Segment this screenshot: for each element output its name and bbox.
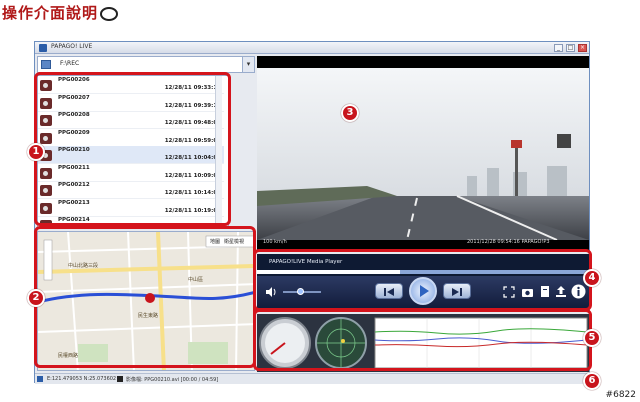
page-title: 操作介面說明 [2,2,132,22]
callout-frame-2 [34,226,256,368]
minimize-button[interactable]: _ [554,44,563,52]
close-button[interactable]: × [578,44,587,52]
callout-badge-1: 1 [27,143,45,161]
speed-overlay: 100 km/h [263,239,287,245]
callout-badge-5: 5 [583,329,601,347]
folder-select[interactable]: F:\REC ▾ [37,56,255,73]
logo-icon [100,6,119,21]
watermark: #6822 [605,390,636,400]
file-info: 影像檔: PPG00210.avi [00:00 / 04:59] [126,377,219,383]
callout-badge-2: 2 [27,289,45,307]
callout-badge-6: 6 [583,372,601,390]
callout-frame-1 [34,72,231,226]
window-title: PAPAGO! LIVE [51,43,93,50]
timestamp-overlay: 2011/12/28 09:54:16 PAPAGO!P3 [467,239,550,245]
page-title-text: 操作介面說明 [2,4,99,22]
gps-coordinates: E:121.479053 N:25.073602 [47,376,117,382]
app-icon [39,44,47,52]
maximize-button[interactable]: □ [566,44,575,52]
video-view[interactable]: 100 km/h 2011/12/28 09:54:16 PAPAGO!P3 [257,56,589,252]
callout-frame-5 [253,309,592,371]
gps-icon [37,376,43,382]
callout-badge-4: 4 [583,269,601,287]
folder-icon [41,60,51,69]
video-frame [257,56,589,252]
window-titlebar: PAPAGO! LIVE _ □ × [35,42,589,54]
status-bar: E:121.479053 N:25.073602 影像檔: PPG00210.a… [35,373,589,384]
film-icon [117,376,123,382]
callout-badge-3: 3 [341,104,359,122]
callout-frame-4 [253,249,592,311]
chevron-down-icon[interactable]: ▾ [242,57,254,72]
folder-path: F:\REC [60,60,80,67]
